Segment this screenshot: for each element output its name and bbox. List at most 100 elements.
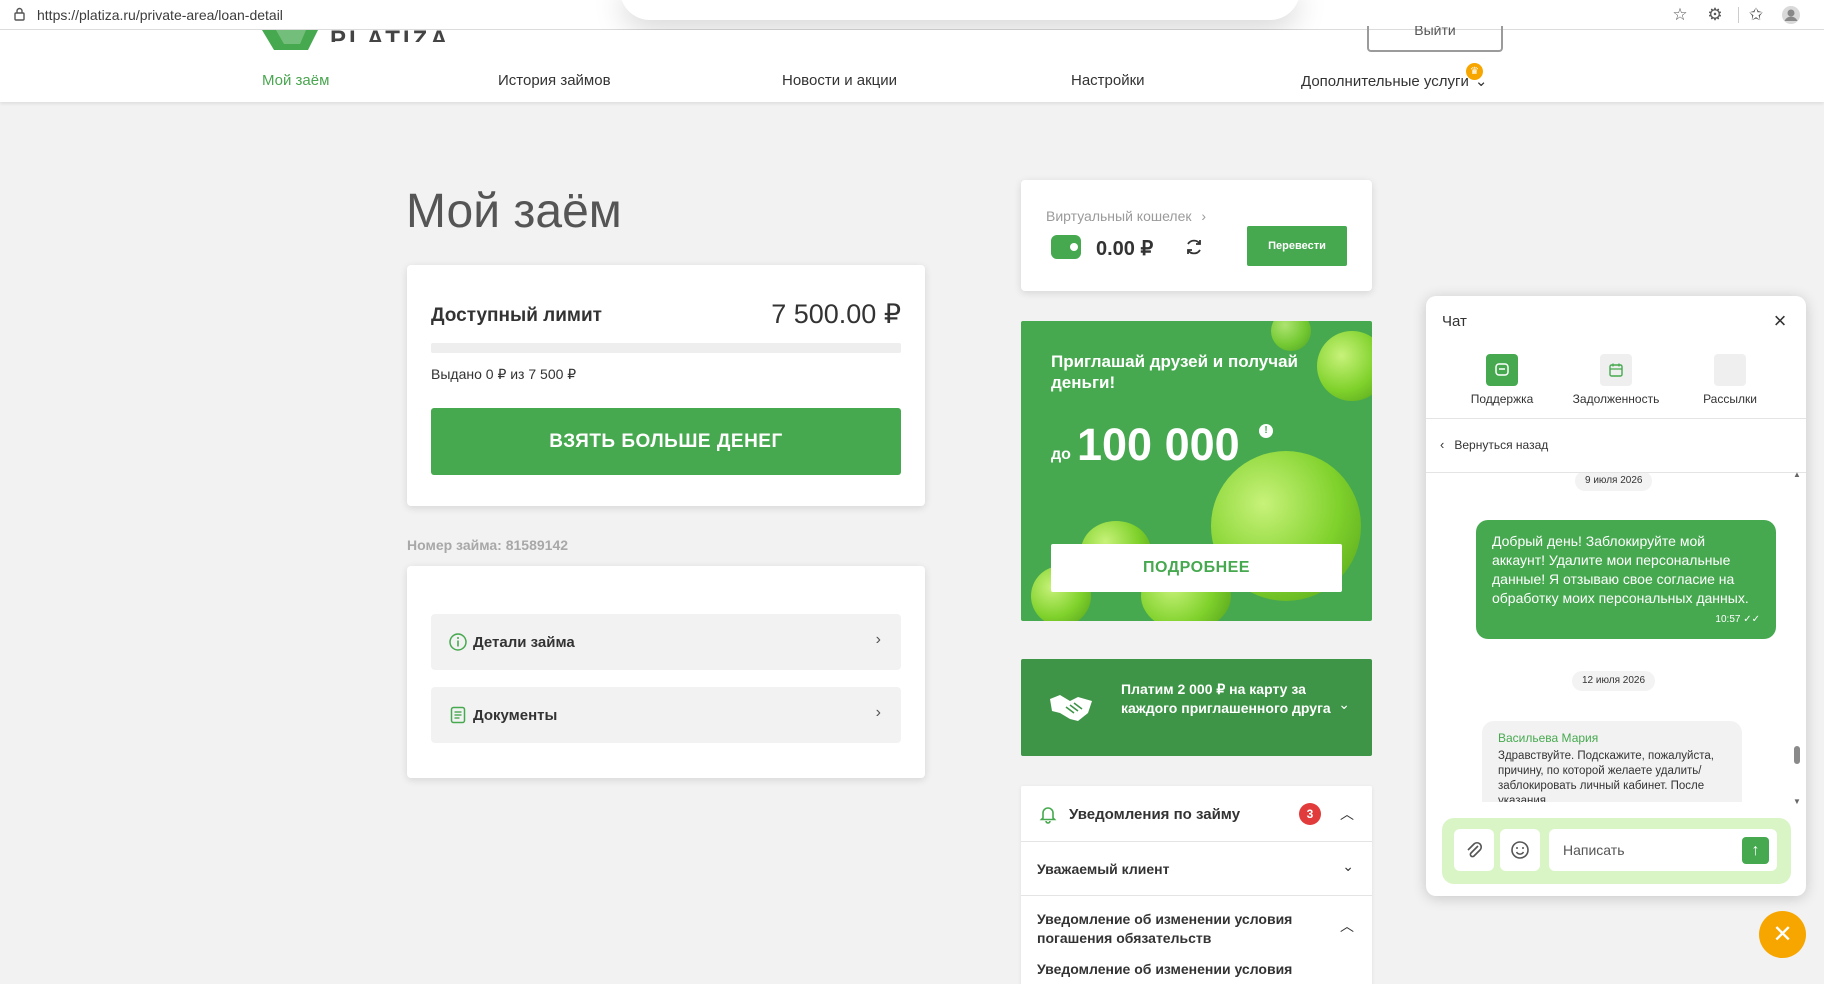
chevron-up-icon: ︿ — [1340, 806, 1354, 822]
support-icon — [1486, 354, 1518, 386]
coin-image — [1317, 331, 1372, 401]
scroll-down-arrow-icon[interactable]: ▼ — [1793, 797, 1801, 806]
chat-toggle-close-button[interactable]: ✕ — [1759, 911, 1806, 958]
chat-tabs: Поддержка Задолженность Рассылки — [1426, 344, 1806, 419]
emoji-button[interactable] — [1500, 829, 1540, 871]
loan-links-card: Детали займа › Документы › — [407, 566, 925, 778]
tab-debt[interactable]: Задолженность — [1566, 354, 1666, 406]
notifications-count-badge: 3 — [1299, 803, 1321, 825]
logo-icon[interactable] — [260, 30, 320, 50]
logo-text: PLATIZA — [330, 26, 451, 42]
loan-details-label: Детали займа — [473, 634, 575, 651]
nav-news[interactable]: Новости и акции — [782, 72, 897, 89]
exclamation-icon: ! — [1259, 424, 1273, 438]
tab-support-label: Поддержка — [1470, 392, 1534, 406]
promo-amount: 100 000 — [1077, 419, 1240, 470]
nav-my-loan[interactable]: Мой заём — [262, 72, 329, 89]
notifications-title: Уведомления по займу — [1069, 806, 1241, 823]
nav-loan-history[interactable]: История займов — [498, 72, 611, 89]
arrow-up-icon: ↑ — [1751, 842, 1760, 859]
notification-title: Уведомление об изменении условия погашен… — [1037, 911, 1293, 946]
coin-image — [1271, 321, 1311, 351]
document-icon — [450, 706, 466, 724]
message-time: 10:57 ✓✓ — [1715, 610, 1760, 629]
notification-item[interactable]: Уведомление об изменении условия погашен… — [1021, 896, 1372, 960]
crown-icon: ♛ — [1466, 63, 1483, 80]
back-link[interactable]: ‹ Вернуться назад — [1440, 437, 1548, 452]
chevron-down-icon: ⌄ — [1338, 696, 1350, 712]
limit-value: 7 500.00 ₽ — [771, 299, 901, 329]
promo-title: Приглашай друзей и получай деньги! — [1051, 352, 1299, 392]
toolbar-separator — [1738, 7, 1739, 23]
incoming-message: Васильева Мария Здравствуйте. Подскажите… — [1482, 721, 1742, 802]
limit-issued-text: Выдано 0 ₽ из 7 500 ₽ — [431, 366, 577, 382]
documents-label: Документы — [473, 707, 558, 724]
limit-label: Доступный лимит — [431, 305, 602, 326]
favorites-icon[interactable]: ✩ — [1746, 5, 1766, 25]
notifications-header[interactable]: Уведомления по займу 3 ︿ — [1021, 786, 1372, 842]
wallet-card: Виртуальный кошелек › 0.00 ₽ Перевести — [1021, 180, 1372, 291]
wallet-label[interactable]: Виртуальный кошелек › — [1046, 208, 1206, 224]
url-text[interactable]: https://platiza.ru/private-area/loan-det… — [37, 7, 283, 23]
outgoing-message: Добрый день! Заблокируйте мой аккаунт! У… — [1476, 520, 1776, 639]
bell-icon — [1039, 807, 1057, 824]
notification-title: Уведомление об изменении условия — [1037, 961, 1293, 977]
message-time-text: 10:57 — [1715, 614, 1741, 625]
nav-settings[interactable]: Настройки — [1071, 72, 1145, 89]
loan-details-link[interactable]: Детали займа › — [431, 614, 901, 670]
chevron-down-icon: ⌄ — [1342, 858, 1354, 874]
promo-prefix: до — [1051, 446, 1071, 463]
message-text: Здравствуйте. Подскажите, пожалуйста, пр… — [1498, 750, 1714, 802]
message-author: Васильева Мария — [1498, 731, 1599, 745]
notification-item[interactable]: Уважаемый клиент ⌄ — [1021, 842, 1372, 896]
attach-button[interactable] — [1454, 829, 1494, 871]
chevron-right-icon: › — [875, 631, 881, 648]
tab-debt-label: Задолженность — [1572, 392, 1660, 406]
wallet-amount: 0.00 ₽ — [1096, 238, 1154, 260]
notification-item[interactable]: Уведомление об изменении условия — [1021, 960, 1372, 984]
scroll-up-arrow-icon[interactable]: ▲ — [1793, 470, 1801, 479]
referral-promo-banner[interactable]: Приглашай друзей и получай деньги! до 10… — [1021, 321, 1372, 621]
close-icon: ✕ — [1772, 921, 1793, 948]
chat-title: Чат — [1442, 313, 1467, 330]
chevron-right-icon: › — [875, 704, 881, 721]
chat-scrollbar[interactable]: ▲ ▼ — [1793, 470, 1801, 806]
wallet-icon — [1051, 235, 1081, 259]
take-more-money-button[interactable]: ВЗЯТЬ БОЛЬШЕ ДЕНЕГ — [431, 408, 901, 475]
limit-card: Доступный лимит 7 500.00 ₽ Выдано 0 ₽ из… — [407, 265, 925, 506]
star-icon[interactable]: ☆ — [1670, 5, 1690, 25]
message-composer: ↑ — [1442, 818, 1791, 884]
send-button[interactable]: ↑ — [1742, 837, 1769, 864]
notification-title: Уважаемый клиент — [1037, 861, 1170, 877]
tab-mailings[interactable]: Рассылки — [1680, 354, 1780, 406]
back-link-label: Вернуться назад — [1454, 438, 1549, 452]
documents-link[interactable]: Документы › — [431, 687, 901, 743]
promo-details-button[interactable]: ПОДРОБНЕЕ — [1051, 544, 1342, 592]
profile-icon[interactable] — [1781, 5, 1801, 25]
message-text: Добрый день! Заблокируйте мой аккаунт! У… — [1492, 533, 1749, 606]
referral-bonus-text: Платим 2 000 ₽ на карту за каждого пригл… — [1121, 681, 1331, 716]
nav-extra-services[interactable]: Дополнительные услуги ⌄ — [1301, 72, 1487, 90]
transfer-button[interactable]: Перевести — [1247, 226, 1347, 266]
close-icon[interactable]: × — [1767, 308, 1793, 334]
tab-mailings-label: Рассылки — [1703, 392, 1757, 406]
site-header: PLATIZA Выйти Мой заём История займов Но… — [0, 26, 1824, 102]
extensions-icon[interactable]: ⚙ — [1705, 5, 1725, 25]
logout-button[interactable]: Выйти — [1367, 26, 1503, 52]
limit-progress-bar — [431, 343, 901, 353]
paperclip-icon — [1467, 841, 1483, 858]
scrollbar-thumb[interactable] — [1794, 746, 1800, 764]
smile-icon — [1511, 841, 1529, 859]
chat-messages: 9 июля 2026 Добрый день! Заблокируйте мо… — [1426, 472, 1806, 802]
chevron-right-icon: › — [1201, 208, 1207, 224]
chevron-up-icon: ︿ — [1340, 918, 1354, 934]
chevron-left-icon: ‹ — [1440, 437, 1445, 452]
referral-bonus-card[interactable]: Платим 2 000 ₽ на карту за каждого пригл… — [1021, 659, 1372, 756]
loan-notifications: Уведомления по займу 3 ︿ Уважаемый клиен… — [1021, 786, 1372, 984]
loan-number: Номер займа: 81589142 — [407, 537, 569, 553]
refresh-icon[interactable] — [1183, 236, 1205, 258]
nav-extra-services-label: Дополнительные услуги — [1301, 73, 1469, 90]
tab-support[interactable]: Поддержка — [1452, 354, 1552, 406]
info-icon — [449, 633, 467, 651]
popup-shadow — [620, 0, 1300, 20]
